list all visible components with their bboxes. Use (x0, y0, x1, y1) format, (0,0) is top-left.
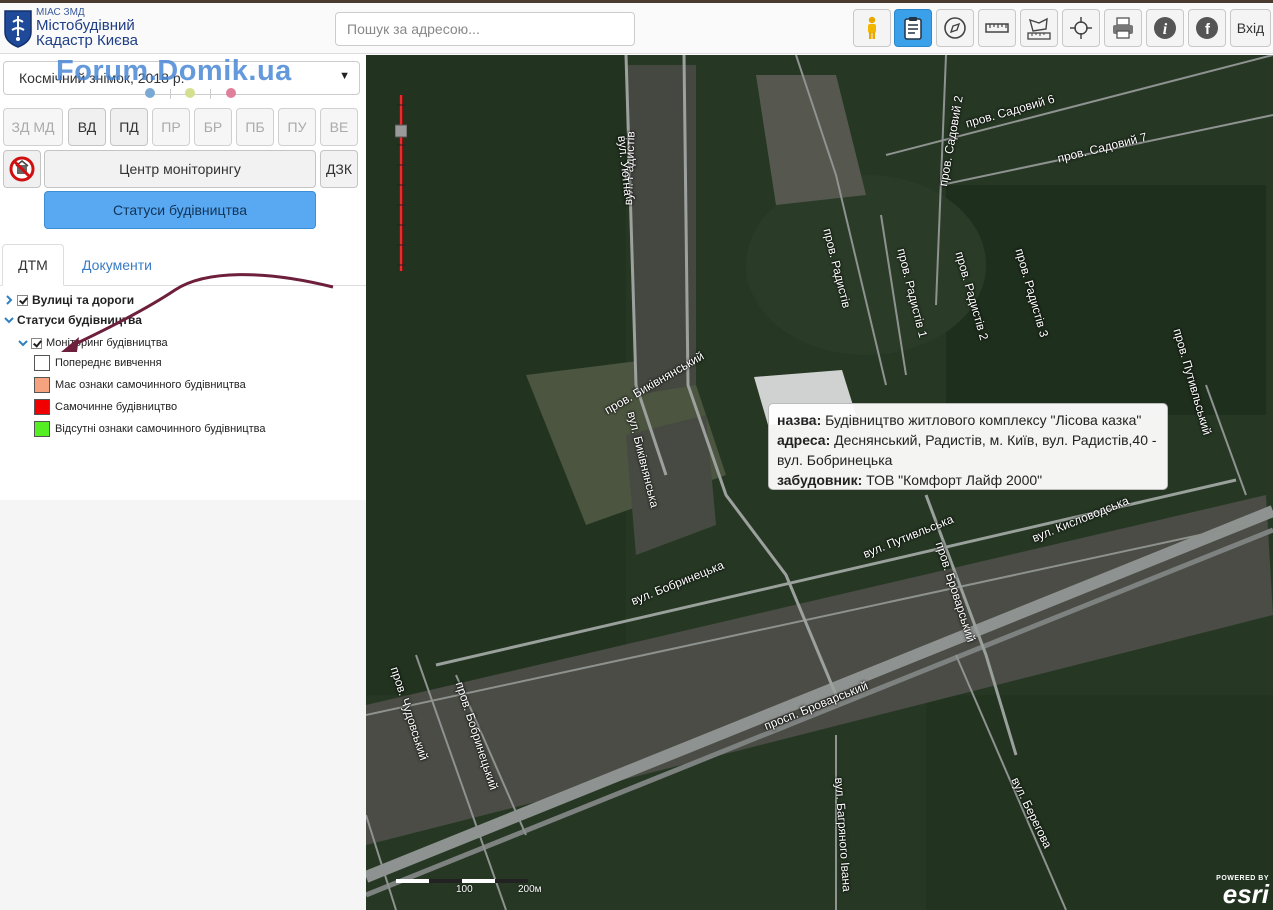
measure-area-button[interactable] (1020, 9, 1058, 47)
print-button[interactable] (1104, 9, 1142, 47)
legend-label: Відсутні ознаки самочинного будівництва (55, 423, 266, 435)
full-extent-button[interactable] (1062, 9, 1100, 47)
area-measure-icon (1027, 17, 1051, 40)
crosshair-icon (1070, 17, 1092, 39)
layer-button-br[interactable]: БР (194, 108, 232, 146)
left-panel: Космічний знімок, 2018 р. ▼ Forum.Domik.… (0, 55, 366, 910)
address-search-input[interactable] (335, 12, 635, 46)
dot-separator (170, 89, 171, 99)
feature-info-popup[interactable]: назва: Будівництво житлового комплексу "… (768, 403, 1168, 490)
ruler-icon (985, 23, 1009, 33)
measure-distance-button[interactable] (978, 9, 1016, 47)
layer-button-zd-md[interactable]: ЗД МД (3, 108, 63, 146)
legend-label: Самочинне будівництво (55, 401, 178, 413)
basemap-dot-2[interactable] (185, 88, 195, 98)
streets-checkbox[interactable] (17, 294, 28, 306)
clipboard-icon (904, 17, 922, 40)
monitoring-center-button[interactable]: Центр моніторингу (44, 150, 316, 188)
compass-icon (944, 17, 966, 39)
scale-segment (396, 879, 429, 883)
popup-developer-row: забудовник: ТОВ "Комфорт Лайф 2000" (777, 470, 1159, 490)
esri-logo: esri (1222, 879, 1269, 909)
chevron-down-icon[interactable] (4, 315, 14, 325)
layer-button-pd[interactable]: ПД (110, 108, 148, 146)
chevron-down-icon[interactable] (18, 338, 28, 348)
scale-segment (495, 879, 528, 883)
layer-button-ve[interactable]: ВЕ (320, 108, 358, 146)
scale-bar: 100 200м (396, 879, 542, 895)
legend-label: Має ознаки самочинного будівництва (55, 379, 246, 391)
scale-segment (429, 879, 462, 883)
construction-status-button[interactable]: Статуси будівництва (44, 191, 316, 229)
popup-developer-value: ТОВ "Комфорт Лайф 2000" (866, 472, 1043, 488)
annotation-arrow (61, 273, 334, 352)
popup-name-value: Будівництво житлового комплексу "Лісова … (825, 412, 1142, 428)
legend-item: Має ознаки самочинного будівництва (34, 377, 246, 393)
no-construction-button[interactable] (3, 150, 41, 188)
legend-item: Відсутні ознаки самочинного будівництва (34, 421, 266, 437)
scale-label: 100 (456, 884, 473, 895)
identify-button[interactable] (894, 9, 932, 47)
legend-swatch (34, 377, 50, 393)
legend-swatch (34, 355, 50, 371)
dzk-button[interactable]: ДЗК (320, 150, 358, 188)
legend-swatch (34, 399, 50, 415)
navigate-button[interactable] (936, 9, 974, 47)
scale-label: 200м (518, 884, 542, 895)
header: МІАС ЗМД Містобудівний Кадастр Києва i f… (0, 3, 1273, 54)
basemap-dot-3[interactable] (226, 88, 236, 98)
watermark: Forum.Domik.ua (56, 55, 292, 87)
layer-button-pb[interactable]: ПБ (236, 108, 274, 146)
basemap-dot-1[interactable] (145, 88, 155, 98)
map-view[interactable]: вул. Радистів вул. Уютна пров. Садовий 6… (366, 55, 1273, 910)
no-construction-icon (9, 156, 35, 182)
popup-developer-label: забудовник: (777, 472, 863, 488)
dropdown-arrow-icon: ▼ (339, 70, 350, 82)
legend-item: Самочинне будівництво (34, 399, 177, 415)
dot-separator (210, 89, 211, 99)
scale-segment (462, 879, 495, 883)
layer-button-vd[interactable]: ВД (68, 108, 106, 146)
esri-attribution[interactable]: POWERED BY esri (1216, 875, 1269, 909)
info-icon: i (1154, 17, 1176, 39)
popup-name-label: назва: (777, 412, 822, 428)
panel-background (0, 500, 366, 910)
popup-name-row: назва: Будівництво житлового комплексу "… (777, 410, 1159, 430)
layer-button-pu[interactable]: ПУ (278, 108, 316, 146)
chevron-right-icon[interactable] (4, 295, 14, 305)
popup-address-label: адреса: (777, 432, 831, 448)
monitoring-checkbox[interactable] (31, 337, 42, 349)
layer-button-pr[interactable]: ПР (152, 108, 190, 146)
brand-title-line2: Кадастр Києва (36, 32, 138, 49)
svg-text:i: i (1163, 21, 1168, 38)
kyiv-emblem-icon[interactable] (3, 8, 33, 48)
printer-icon (1113, 17, 1133, 39)
person-icon (868, 16, 876, 39)
street-view-button[interactable] (853, 9, 891, 47)
login-button[interactable]: Вхід (1230, 9, 1271, 47)
info-button[interactable]: i (1146, 9, 1184, 47)
legend-swatch (34, 421, 50, 437)
popup-address-row: адреса: Деснянський, Радистів, м. Київ, … (777, 430, 1159, 470)
popup-address-value: Деснянський, Радистів, м. Київ, вул. Рад… (777, 432, 1157, 468)
zoom-slider[interactable] (395, 95, 407, 271)
facebook-icon: f (1196, 17, 1218, 39)
facebook-button[interactable]: f (1188, 9, 1226, 47)
